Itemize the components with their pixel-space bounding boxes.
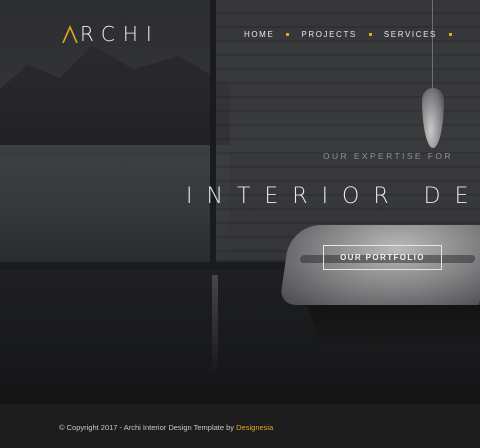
nav-projects[interactable]: PROJECTS — [301, 30, 356, 39]
floor-reflection — [212, 275, 218, 375]
nav-separator-dot — [449, 33, 452, 36]
mountain-backdrop — [0, 45, 230, 155]
designesia-link[interactable]: Designesia — [236, 423, 273, 432]
site-footer: © Copyright 2017 - Archi Interior Design… — [0, 404, 480, 448]
hero-headline: INTERIOR DES — [186, 184, 480, 209]
copyright-prefix: © Copyright 2017 - Archi Interior Design… — [59, 423, 237, 432]
nav-home[interactable]: HOME — [244, 30, 274, 39]
copyright-text: © Copyright 2017 - Archi Interior Design… — [59, 423, 273, 432]
logo-text: RCHI — [80, 22, 160, 46]
hero-eyebrow: OUR EXPERTISE FOR — [323, 151, 453, 161]
window-frame — [210, 0, 216, 272]
site-logo[interactable]: RCHI — [62, 24, 160, 44]
nav-services[interactable]: SERVICES — [384, 30, 437, 39]
pendant-lamp-wire — [432, 0, 433, 95]
our-portfolio-button[interactable]: OUR PORTFOLIO — [323, 245, 442, 270]
logo-chevron-icon — [62, 25, 78, 43]
hero-section: RCHI HOME PROJECTS SERVICES OUR EXPERTIS… — [0, 0, 480, 404]
nav-separator-dot — [368, 33, 372, 36]
main-nav: HOME PROJECTS SERVICES — [244, 30, 464, 39]
nav-separator-dot — [286, 33, 290, 36]
